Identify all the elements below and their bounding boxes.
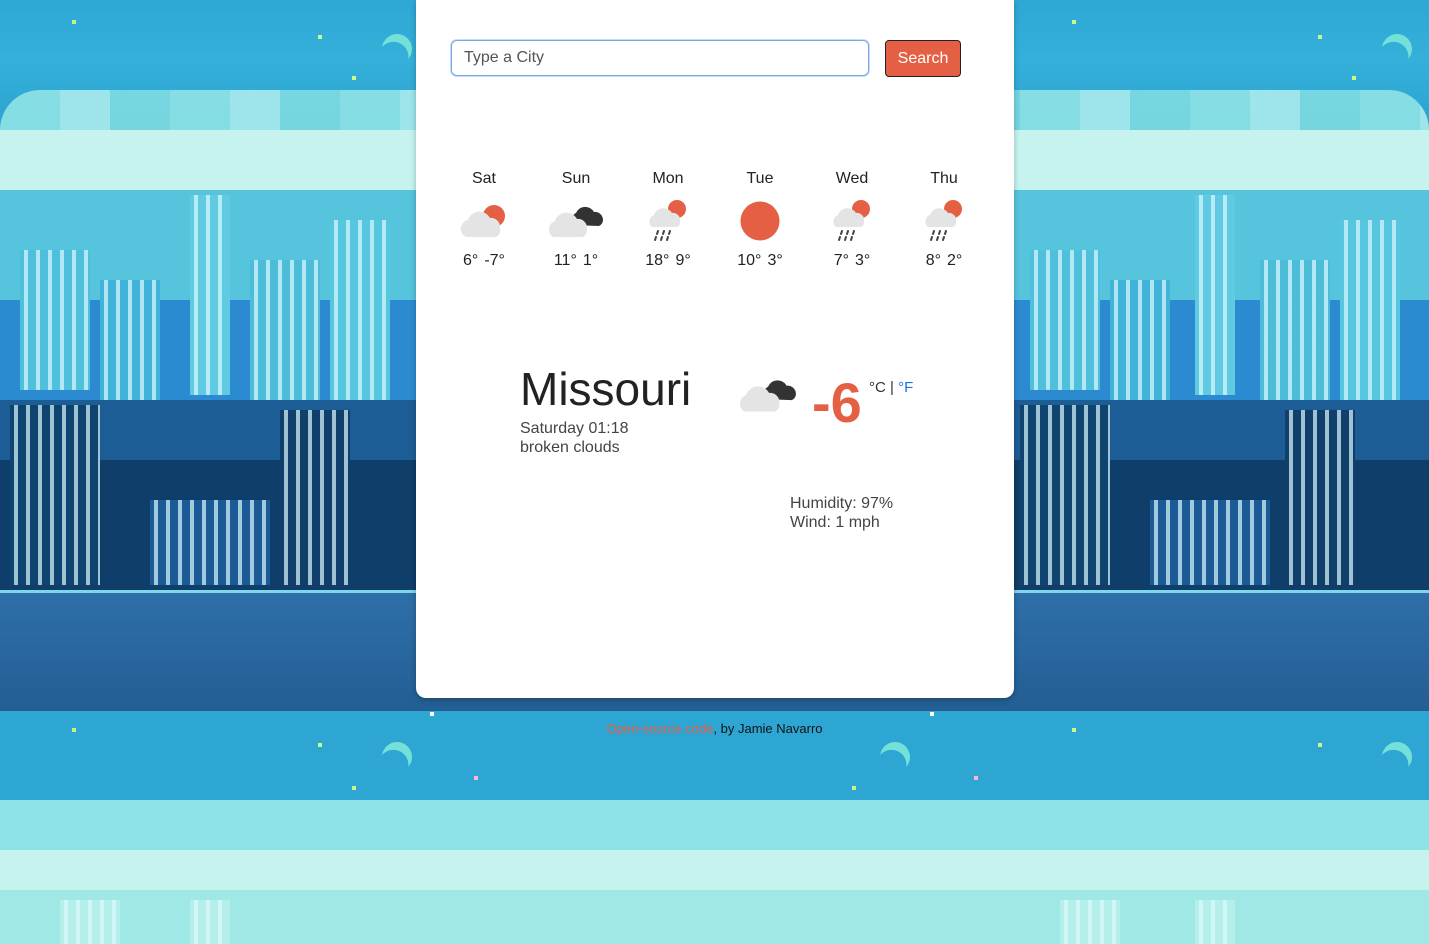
forecast-day: Sat 6° -7° <box>438 170 530 270</box>
forecast-row: Sat 6° -7° Sun 11° 1° Mon 18° 9° Tue 10°… <box>438 170 990 270</box>
forecast-min: 3° <box>767 252 783 269</box>
forecast-max: 10° <box>737 252 762 269</box>
unit-toggle: °C | °F <box>869 379 913 396</box>
forecast-min: 1° <box>582 252 599 269</box>
weather-details: Humidity: 97% Wind: 1 mph <box>790 494 893 532</box>
broken-clouds-icon <box>530 190 622 252</box>
wind-speed: Wind: 1 mph <box>790 514 880 531</box>
forecast-min: 9° <box>675 252 691 269</box>
city-search-input[interactable] <box>451 40 869 76</box>
forecast-day-name: Sat <box>471 170 496 187</box>
forecast-day: Thu 8° 2° <box>898 170 990 270</box>
forecast-max: 7° <box>833 252 849 269</box>
forecast-day: Mon 18° 9° <box>622 170 714 270</box>
forecast-day-name: Sun <box>561 170 591 187</box>
weather-description: broken clouds <box>520 439 620 456</box>
forecast-day: Sun 11° 1° <box>530 170 622 270</box>
current-temperature: -6 <box>812 371 862 434</box>
forecast-day: Wed 7° 3° <box>806 170 898 270</box>
forecast-min: -7° <box>484 252 505 269</box>
forecast-temps: 6° -7° <box>438 252 530 270</box>
forecast-day-name: Wed <box>835 170 869 187</box>
broken-clouds-icon <box>738 374 798 421</box>
forecast-max: 18° <box>645 252 670 269</box>
date-time: Saturday 01:18 <box>520 420 629 437</box>
forecast-max: 11° <box>553 252 577 269</box>
forecast-temps: 10° 3° <box>714 252 806 270</box>
forecast-max: 8° <box>925 252 941 269</box>
footer-author: , by Jamie Navarro <box>713 721 823 736</box>
footer: Open-source code, by Jamie Navarro <box>0 721 1429 736</box>
fahrenheit-link[interactable]: °F <box>898 379 913 396</box>
forecast-day: Tue 10° 3° <box>714 170 806 270</box>
forecast-min: 3° <box>855 252 871 269</box>
forecast-day-name: Mon <box>652 170 684 187</box>
forecast-max: 6° <box>463 252 479 269</box>
city-name: Missouri <box>520 363 692 415</box>
clear-sun-icon <box>714 190 806 252</box>
forecast-temps: 11° 1° <box>530 252 622 270</box>
open-source-link[interactable]: Open-source code <box>606 721 713 736</box>
forecast-day-name: Thu <box>930 170 958 187</box>
rain-day-icon <box>622 190 714 252</box>
rain-day-icon <box>898 190 990 252</box>
weather-card: Search Sat 6° -7° Sun <box>416 0 1014 698</box>
forecast-day-name: Tue <box>746 170 774 187</box>
forecast-temps: 7° 3° <box>806 252 898 270</box>
search-button[interactable]: Search <box>885 40 961 77</box>
forecast-temps: 18° 9° <box>622 252 714 270</box>
forecast-temps: 8° 2° <box>898 252 990 270</box>
forecast-min: 2° <box>947 252 963 269</box>
unit-separator: | <box>890 379 894 396</box>
humidity: Humidity: 97% <box>790 495 894 512</box>
few-clouds-day-icon <box>438 190 530 252</box>
rain-day-icon <box>806 190 898 252</box>
celsius-unit[interactable]: °C <box>869 379 886 396</box>
